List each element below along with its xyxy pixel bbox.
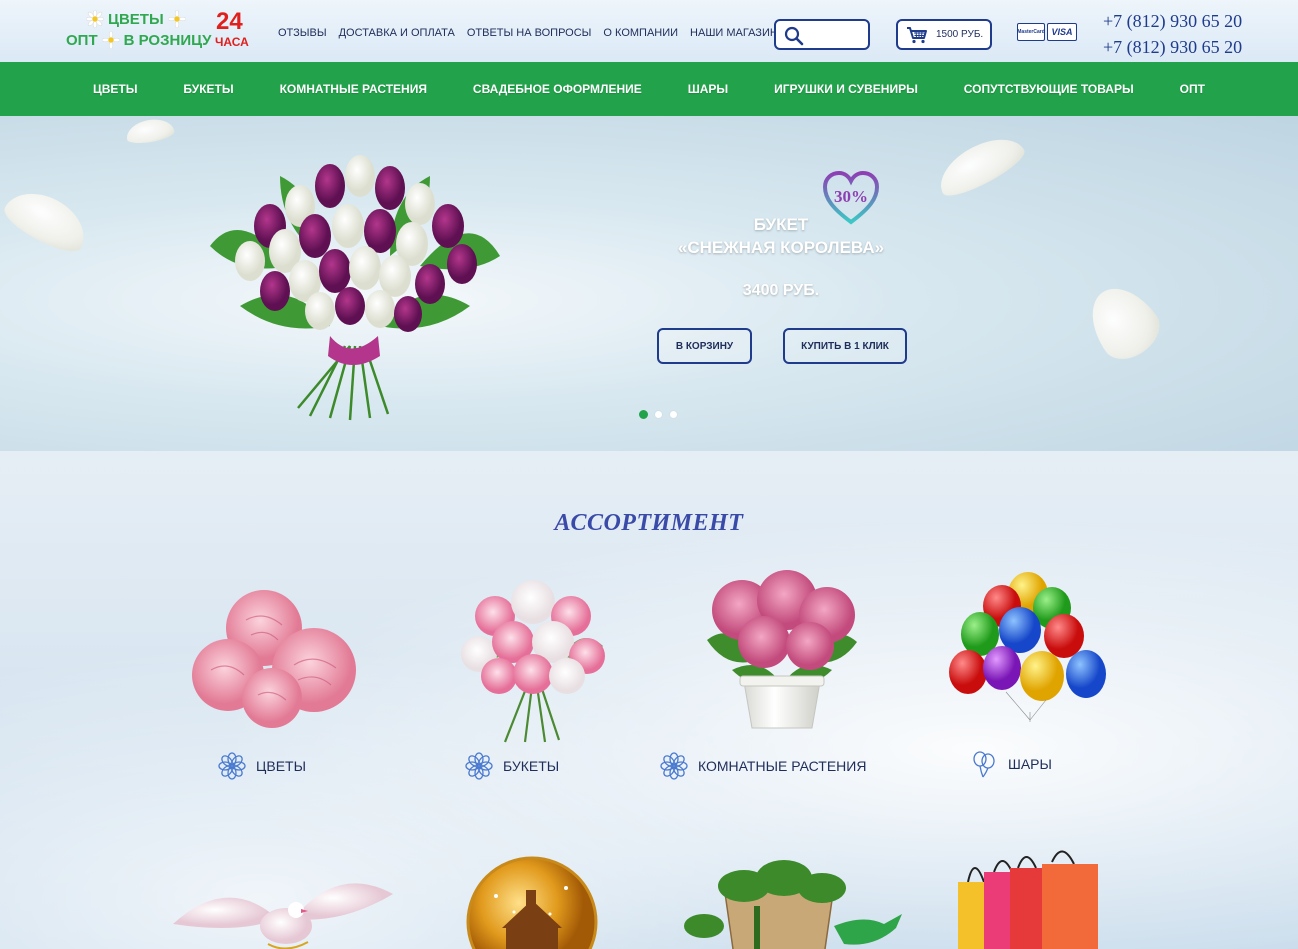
top-link-stores[interactable]: НАШИ МАГАЗИНЫ <box>690 27 788 39</box>
top-header: ЦВЕТЫ ОПТ В РОЗНИЦУ 24 ЧАСА ОТЗЫВЫ ДОСТА… <box>0 0 1298 62</box>
shopping-bags-image <box>958 850 1098 949</box>
logo-line1: ЦВЕТЫ <box>86 10 186 28</box>
phones: +7 (812) 930 65 20 +7 (812) 930 65 20 <box>1103 8 1242 60</box>
balloons-icon <box>973 751 995 778</box>
visa-icon: VISA <box>1047 23 1077 41</box>
nav-item-wholesale[interactable]: ОПТ <box>1180 82 1205 96</box>
category-card-flowers[interactable]: ЦВЕТЫ <box>186 580 376 780</box>
tulip-bouquet-image <box>210 155 500 421</box>
phone-number[interactable]: +7 (812) 930 65 20 <box>1103 8 1242 34</box>
peony-flowers-image <box>192 590 356 728</box>
category-label[interactable]: ЦВЕТЫ <box>218 752 306 780</box>
top-links: ОТЗЫВЫ ДОСТАВКА И ОПЛАТА ОТВЕТЫ НА ВОПРО… <box>278 27 788 39</box>
flower-icon <box>465 752 493 780</box>
hydrangea-pot-image <box>707 570 857 729</box>
nav-item-balloons[interactable]: ШАРЫ <box>688 82 728 96</box>
flower-icon <box>218 752 246 780</box>
garden-tools-image <box>684 860 902 949</box>
buy-one-click-button[interactable]: КУПИТЬ В 1 КЛИК <box>783 328 907 364</box>
petal-decoration <box>930 126 1030 204</box>
search-box[interactable] <box>774 19 870 50</box>
daisy-icon <box>101 31 120 49</box>
cart-total: 1500 РУБ. <box>936 29 984 40</box>
nav-item-bouquets[interactable]: БУКЕТЫ <box>183 82 233 96</box>
site-logo[interactable]: ЦВЕТЫ ОПТ В РОЗНИЦУ 24 ЧАСА <box>66 8 256 54</box>
slider-dot[interactable] <box>669 410 678 419</box>
nav-item-house-plants[interactable]: КОМНАТНЫЕ РАСТЕНИЯ <box>280 82 427 96</box>
top-link-delivery[interactable]: ДОСТАВКА И ОПЛАТА <box>339 27 455 39</box>
nav-item-wedding[interactable]: СВАДЕБНОЕ ОФОРМЛЕНИЕ <box>473 82 642 96</box>
slider-dots <box>639 410 678 419</box>
hero-product-title: БУКЕТ «СНЕЖНАЯ КОРОЛЕВА» <box>600 213 962 259</box>
hero-title-line2: «СНЕЖНАЯ КОРОЛЕВА» <box>677 238 885 257</box>
nav-item-flowers[interactable]: ЦВЕТЫ <box>93 82 138 96</box>
search-input[interactable] <box>806 24 866 46</box>
category-name: БУКЕТЫ <box>503 758 560 774</box>
category-card-house-plants[interactable]: КОМНАТНЫЕ РАСТЕНИЯ <box>656 570 876 780</box>
top-link-faq[interactable]: ОТВЕТЫ НА ВОПРОСЫ <box>467 27 592 39</box>
category-card-related-goods[interactable] <box>684 856 908 949</box>
category-card-toys-souvenirs[interactable] <box>466 856 600 949</box>
category-label[interactable]: ШАРЫ <box>970 750 1052 778</box>
hero-title-line1: БУКЕТ <box>753 215 809 234</box>
logo-text-wholesale: ОПТ <box>66 31 98 49</box>
cart-button[interactable]: 1500 РУБ. <box>896 19 992 50</box>
hero-price: 3400 РУБ. <box>742 282 820 299</box>
category-label[interactable]: БУКЕТЫ <box>465 752 559 780</box>
balloons-image <box>949 572 1106 722</box>
category-card-wedding[interactable] <box>168 864 398 949</box>
category-card-balloons[interactable]: ШАРЫ <box>946 572 1116 780</box>
logo-text-flowers: ЦВЕТЫ <box>108 10 164 28</box>
nav-item-toys-souvenirs[interactable]: ИГРУШКИ И СУВЕНИРЫ <box>774 82 918 96</box>
search-icon[interactable] <box>784 26 804 46</box>
main-nav: ЦВЕТЫ БУКЕТЫ КОМНАТНЫЕ РАСТЕНИЯ СВАДЕБНО… <box>0 62 1298 116</box>
logo-line2: ОПТ В РОЗНИЦУ <box>66 31 211 49</box>
hero-slider: 30% БУКЕТ «СНЕЖНАЯ КОРОЛЕВА» 3400 РУБ. В… <box>0 116 1298 451</box>
logo-24: 24 <box>216 8 243 35</box>
nav-item-related-goods[interactable]: СОПУТСТВУЮЩИЕ ТОВАРЫ <box>964 82 1134 96</box>
slider-dot[interactable] <box>654 410 663 419</box>
category-card-gift-bags[interactable] <box>954 842 1104 949</box>
petal-decoration <box>1076 274 1170 370</box>
category-name: ЦВЕТЫ <box>256 758 306 774</box>
mastercard-icon: MasterCard <box>1017 23 1045 41</box>
top-link-about[interactable]: О КОМПАНИИ <box>603 27 678 39</box>
snow-globe-image <box>466 856 598 949</box>
flower-icon <box>660 752 688 780</box>
category-label[interactable]: КОМНАТНЫЕ РАСТЕНИЯ <box>660 752 866 780</box>
daisy-icon <box>167 10 186 28</box>
payment-methods: MasterCard VISA <box>1017 23 1077 41</box>
slider-dot[interactable] <box>639 410 648 419</box>
add-to-cart-button[interactable]: В КОРЗИНУ <box>657 328 752 364</box>
petal-decoration <box>0 180 96 260</box>
top-link-reviews[interactable]: ОТЗЫВЫ <box>278 27 327 39</box>
category-card-bouquets[interactable]: БУКЕТЫ <box>455 576 615 780</box>
logo-text-retail: В РОЗНИЦУ <box>123 31 212 49</box>
petal-decoration <box>124 116 176 147</box>
cart-icon <box>907 26 927 43</box>
white-doves-image <box>173 883 393 949</box>
category-name: ШАРЫ <box>1008 756 1052 772</box>
discount-value: 30% <box>834 187 868 206</box>
assortment-title: АССОРТИМЕНТ <box>554 510 744 536</box>
phone-number[interactable]: +7 (812) 930 65 20 <box>1103 34 1242 60</box>
logo-hours: ЧАСА <box>215 35 249 49</box>
peony-bouquet-image <box>461 580 605 743</box>
category-name: КОМНАТНЫЕ РАСТЕНИЯ <box>698 758 867 774</box>
daisy-icon <box>86 10 104 28</box>
